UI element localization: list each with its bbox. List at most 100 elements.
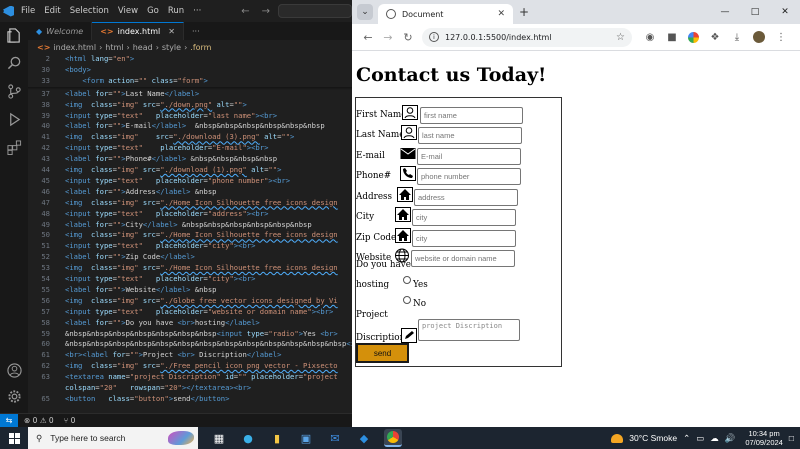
code-line[interactable]: 48 <input type="text" placeholder="addres… xyxy=(28,209,352,220)
remote-indicator-icon[interactable]: ⇆ xyxy=(0,413,18,428)
run-debug-icon[interactable] xyxy=(6,111,22,127)
code-line[interactable]: 65 <button class="button">send</button> xyxy=(28,394,352,405)
project-description-textarea[interactable]: project Discription xyxy=(418,319,520,341)
menu-file[interactable]: File xyxy=(21,6,35,16)
code-line[interactable]: 40 <label for="">E-mail</label> &nbsp&nbs… xyxy=(28,121,352,132)
back-arrow-icon[interactable]: ← xyxy=(358,31,378,44)
maximize-icon[interactable]: □ xyxy=(740,0,770,24)
color-extension-icon[interactable] xyxy=(688,31,699,43)
code-line[interactable]: 53 <img class="img" src="./Home Icon Silh… xyxy=(28,263,352,274)
breadcrumb-style[interactable]: style xyxy=(162,43,181,52)
new-tab-icon[interactable]: + xyxy=(519,5,529,19)
text-input[interactable]: address xyxy=(414,189,518,206)
tab-overflow[interactable]: ··· xyxy=(184,22,208,40)
reload-icon[interactable]: ↻ xyxy=(398,31,418,44)
extensions-icon[interactable] xyxy=(6,139,22,155)
close-tab-icon[interactable]: ✕ xyxy=(497,9,505,19)
explorer-icon[interactable] xyxy=(6,27,22,43)
tab-search-icon[interactable]: ⌄ xyxy=(357,4,373,20)
text-input[interactable]: last name xyxy=(418,127,522,144)
puzzle-extensions-icon[interactable]: ❖ xyxy=(709,32,721,43)
text-input[interactable]: E-mail xyxy=(417,148,521,165)
code-line[interactable]: 39 <input type="text" placeholder="last n… xyxy=(28,111,352,122)
code-line[interactable]: 56 <img class="img" src="./Globe free vec… xyxy=(28,296,352,307)
tab-index-html[interactable]: <> index.html ✕ xyxy=(92,22,184,40)
account-icon[interactable] xyxy=(6,362,22,378)
breadcrumb-head[interactable]: head xyxy=(133,43,153,52)
minimize-icon[interactable]: — xyxy=(710,0,740,24)
battery-icon[interactable]: ▭ xyxy=(696,433,704,444)
chevron-up-icon[interactable]: ⌃ xyxy=(683,433,690,444)
notifications-icon[interactable]: □ xyxy=(789,433,794,443)
back-arrow-icon[interactable]: ← xyxy=(241,6,249,17)
tab-welcome[interactable]: ◆ Welcome xyxy=(28,22,93,40)
menu-edit[interactable]: Edit xyxy=(44,6,60,16)
adblock-extension-icon[interactable]: ■ xyxy=(666,32,678,43)
code-line[interactable]: 30 <body> xyxy=(28,64,352,76)
clock[interactable]: 10:34 pm 07/09/2024 xyxy=(745,429,783,447)
breadcrumb-form[interactable]: .form xyxy=(190,43,211,52)
forward-arrow-icon[interactable]: → xyxy=(378,31,398,44)
bookmark-star-icon[interactable]: ☆ xyxy=(616,32,625,43)
vscode-taskbar-icon[interactable]: ◆ xyxy=(355,429,373,447)
network-icon[interactable]: ☁ xyxy=(710,433,719,444)
code-line[interactable]: 57 <input type="text" placeholder="websit… xyxy=(28,307,352,318)
kebab-menu-icon[interactable]: ⋮ xyxy=(775,32,787,43)
code-line[interactable]: 45 <input type="text" placeholder="phone … xyxy=(28,176,352,187)
command-center-search[interactable] xyxy=(278,4,352,18)
code-line[interactable]: 47 <img class="img" src="./Home Icon Silh… xyxy=(28,198,352,209)
code-line[interactable]: colspan="20" rowspan="20"></textarea><br… xyxy=(28,383,352,394)
code-line[interactable]: 62 <img class="img" src="./Free pencil ic… xyxy=(28,361,352,372)
forward-arrow-icon[interactable]: → xyxy=(262,6,270,17)
close-window-icon[interactable]: ✕ xyxy=(770,0,800,24)
code-line[interactable]: 42 <input type="text" placeholder="E-mail… xyxy=(28,143,352,154)
text-input[interactable]: website or domain name xyxy=(411,250,515,267)
code-line[interactable]: 60 &nbsp&nbsp&nbsp&nbsp&nbsp&nbsp&nbsp&nb… xyxy=(28,339,352,350)
code-line[interactable]: 51 <input type="text" placeholder="city">… xyxy=(28,241,352,252)
code-line[interactable]: 63 <textarea name="project Discription" i… xyxy=(28,372,352,383)
source-control-icon[interactable] xyxy=(6,83,22,99)
code-line[interactable]: 41 <img class="img" src="./download (3).p… xyxy=(28,132,352,143)
windows-start-icon[interactable] xyxy=(0,427,28,449)
code-line[interactable]: 38 <img class="img" src="./down.png" alt=… xyxy=(28,100,352,111)
send-button[interactable]: send xyxy=(356,343,409,363)
file-explorer-icon[interactable]: ▮ xyxy=(268,429,286,447)
search-icon[interactable] xyxy=(6,55,22,71)
site-info-icon[interactable]: i xyxy=(429,32,439,42)
settings-gear-icon[interactable] xyxy=(6,388,22,404)
code-line[interactable]: 58 <label for="">Do you have <br>hosting<… xyxy=(28,318,352,329)
breadcrumb-html[interactable]: html xyxy=(105,43,123,52)
code-editor[interactable]: 2 <html lang="en"> 30 <body> 33 <form action… xyxy=(28,54,352,413)
taskbar-search-box[interactable]: ⚲ Type here to search xyxy=(28,427,198,449)
text-input[interactable]: city xyxy=(412,209,516,226)
profile-avatar-icon[interactable] xyxy=(753,31,765,43)
menu-view[interactable]: View xyxy=(118,6,138,16)
code-line[interactable]: 59 &nbsp&nbsp&nbsp&nbsp&nbsp&nbsp&nbsp<in… xyxy=(28,329,352,340)
menu-go[interactable]: Go xyxy=(147,6,159,16)
volume-icon[interactable]: 🔊 xyxy=(725,433,736,444)
ports-count[interactable]: ⑂ 0 xyxy=(64,416,76,425)
code-line[interactable]: 33 <form action="" class="form"> xyxy=(28,75,352,87)
code-line[interactable]: 55 <label for="">Website</label> &nbsp xyxy=(28,285,352,296)
download-icon[interactable]: ⤓ xyxy=(731,32,743,43)
text-input[interactable]: phone number xyxy=(417,168,521,185)
weather-text[interactable]: 30°C Smoke xyxy=(629,433,677,443)
close-tab-icon[interactable]: ✕ xyxy=(168,27,175,36)
task-view-icon[interactable]: ▦ xyxy=(210,429,228,447)
radio-yes[interactable] xyxy=(403,276,411,284)
camera-extension-icon[interactable]: ◉ xyxy=(644,32,656,43)
code-line[interactable]: 61 <br><label for="">Project <br> Discrip… xyxy=(28,350,352,361)
address-bar[interactable]: i 127.0.0.1:5500/index.html ☆ xyxy=(422,27,632,47)
browser-tab-document[interactable]: Document ✕ xyxy=(378,4,513,24)
code-line[interactable]: 46 <label for="">Address</label> &nbsp xyxy=(28,187,352,198)
code-line[interactable]: 50 <img class="img" src="./Home Icon Silh… xyxy=(28,230,352,241)
code-line[interactable]: 52 <label for="">Zip Code</label> xyxy=(28,252,352,263)
breadcrumb-file[interactable]: index.html xyxy=(53,43,96,52)
code-line[interactable]: 37 <label for="">Last Name</label> xyxy=(28,89,352,100)
code-line[interactable]: 43 <label for="">Phone#</label> &nbsp&nbs… xyxy=(28,154,352,165)
menu-run[interactable]: Run xyxy=(168,6,184,16)
code-line[interactable]: 2 <html lang="en"> xyxy=(28,54,352,65)
code-line[interactable]: 49 <label for="">City</label> &nbsp&nbsp&… xyxy=(28,220,352,231)
menu-more[interactable]: ··· xyxy=(193,6,201,16)
chrome-taskbar-icon[interactable] xyxy=(384,429,402,447)
